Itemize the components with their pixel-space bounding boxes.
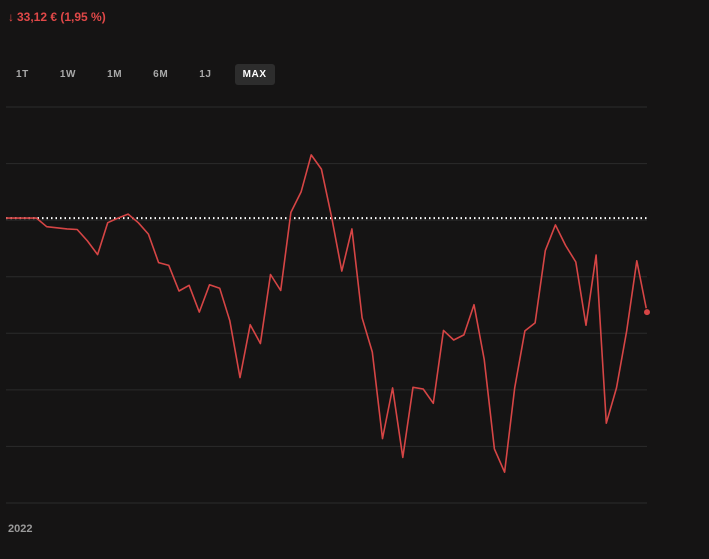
data-point[interactable] (319, 167, 324, 172)
data-point[interactable] (563, 243, 568, 248)
data-point[interactable] (492, 446, 497, 451)
data-point[interactable] (299, 189, 304, 194)
data-point[interactable] (614, 385, 619, 390)
data-point[interactable] (634, 258, 639, 263)
data-point[interactable] (156, 260, 161, 265)
data-point[interactable] (390, 385, 395, 390)
data-point[interactable] (115, 216, 120, 221)
data-point[interactable] (472, 302, 477, 307)
data-point[interactable] (349, 226, 354, 231)
data-point[interactable] (258, 341, 263, 346)
data-point[interactable] (85, 238, 90, 243)
data-point[interactable] (238, 375, 243, 380)
data-point[interactable] (44, 224, 49, 229)
data-point[interactable] (533, 320, 538, 325)
data-point[interactable] (482, 357, 487, 362)
data-point[interactable] (370, 350, 375, 355)
data-point[interactable] (34, 216, 39, 221)
data-point[interactable] (441, 328, 446, 333)
data-point[interactable] (594, 253, 599, 258)
x-axis-label-year: 2022 (8, 523, 33, 535)
data-point[interactable] (583, 323, 588, 328)
data-point[interactable] (65, 226, 70, 231)
data-point[interactable] (410, 385, 415, 390)
data-point[interactable] (24, 216, 29, 221)
data-point[interactable] (288, 210, 293, 215)
price-chart[interactable] (0, 0, 709, 559)
data-point[interactable] (75, 227, 80, 232)
data-point[interactable] (461, 332, 466, 337)
data-point[interactable] (126, 212, 131, 217)
data-point[interactable] (553, 222, 558, 227)
data-point[interactable] (217, 286, 222, 291)
data-point[interactable] (339, 269, 344, 274)
data-point[interactable] (421, 387, 426, 392)
data-point[interactable] (14, 216, 19, 221)
data-point[interactable] (187, 283, 192, 288)
last-point-marker (643, 308, 651, 317)
data-point[interactable] (502, 470, 507, 475)
data-point[interactable] (360, 315, 365, 320)
data-point[interactable] (573, 259, 578, 264)
data-point[interactable] (451, 338, 456, 343)
data-point[interactable] (543, 248, 548, 253)
data-point[interactable] (329, 214, 334, 219)
data-point[interactable] (512, 385, 517, 390)
data-point[interactable] (166, 263, 171, 268)
data-point[interactable] (431, 401, 436, 406)
data-point[interactable] (54, 225, 59, 230)
data-point[interactable] (309, 152, 314, 157)
data-point[interactable] (207, 282, 212, 287)
data-point[interactable] (146, 232, 151, 237)
data-point[interactable] (604, 421, 609, 426)
data-point[interactable] (95, 252, 100, 257)
data-point[interactable] (197, 310, 202, 315)
data-point[interactable] (278, 288, 283, 293)
data-point[interactable] (380, 436, 385, 441)
data-point[interactable] (176, 289, 181, 294)
data-point[interactable] (136, 220, 141, 225)
data-point[interactable] (248, 322, 253, 327)
data-point[interactable] (522, 328, 527, 333)
data-point[interactable] (400, 455, 405, 460)
price-line (6, 154, 648, 474)
data-point[interactable] (227, 318, 232, 323)
data-point[interactable] (624, 328, 629, 333)
data-point[interactable] (4, 216, 9, 221)
data-point[interactable] (268, 272, 273, 277)
data-point[interactable] (105, 220, 110, 225)
